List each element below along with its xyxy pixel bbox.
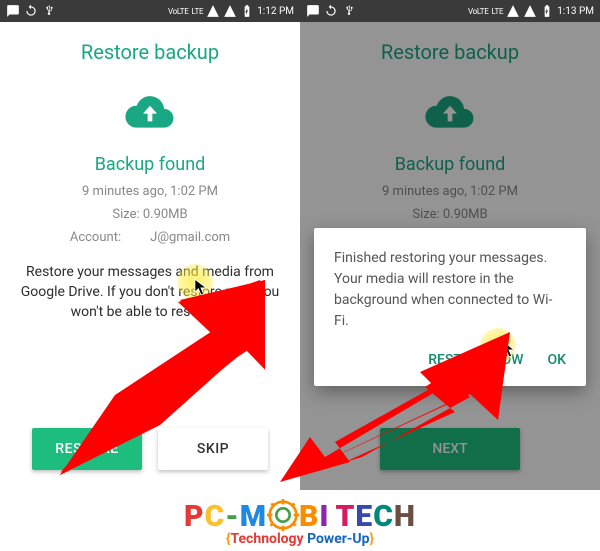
restore-description: Restore your messages and media from Goo… <box>18 262 282 323</box>
signal-icon <box>523 4 537 18</box>
status-time: 1:12 PM <box>257 6 294 17</box>
usb-icon <box>42 4 56 18</box>
gear-icon <box>267 499 299 531</box>
lte-label: LTE <box>492 7 504 16</box>
status-bar: VoLTE LTE 1:12 PM <box>0 0 300 22</box>
ok-button[interactable]: OK <box>548 346 567 374</box>
action-buttons: RESTORE SKIP <box>0 428 300 470</box>
logo-tagline: {Technology Power-Up} <box>0 532 600 547</box>
watermark-logo: PC-MBITECH {Technology Power-Up} <box>0 501 600 547</box>
backup-time: 9 minutes ago, 1:02 PM <box>14 183 286 202</box>
phone-right: VoLTE LTE 1:13 PM Restore backup Backup … <box>300 0 600 490</box>
sync-icon <box>24 4 38 18</box>
battery-icon <box>540 4 554 18</box>
status-time: 1:13 PM <box>557 6 594 17</box>
signal-icon <box>223 4 237 18</box>
chat-icon <box>6 4 20 18</box>
usb-icon <box>342 4 356 18</box>
battery-icon <box>240 4 254 18</box>
restore-complete-dialog: Finished restoring your messages. Your m… <box>314 228 586 386</box>
phone-left: VoLTE LTE 1:12 PM Restore backup Backup … <box>0 0 300 490</box>
dialog-message: Finished restoring your messages. Your m… <box>334 248 566 332</box>
lte-label: LTE <box>192 7 204 16</box>
signal-icon <box>206 4 220 18</box>
status-bar: VoLTE LTE 1:13 PM <box>300 0 600 22</box>
volte-label: VoLTE <box>468 7 489 16</box>
page-title: Restore backup <box>14 40 286 64</box>
volte-label: VoLTE <box>168 7 189 16</box>
restore-backup-screen: Restore backup Backup found 9 minutes ag… <box>0 22 300 322</box>
signal-icon <box>506 4 520 18</box>
logo-text: PC-MBITECH <box>0 501 600 534</box>
backup-found-title: Backup found <box>14 154 286 175</box>
chat-icon <box>306 4 320 18</box>
cloud-upload-icon <box>125 92 175 132</box>
sync-icon <box>324 4 338 18</box>
restore-now-button[interactable]: RESTORE NOW <box>428 346 523 374</box>
backup-size: Size: 0.90MB <box>14 206 286 225</box>
restore-button[interactable]: RESTORE <box>32 428 142 470</box>
skip-button[interactable]: SKIP <box>158 428 268 470</box>
backup-account: Account: J@gmail.com <box>14 229 286 248</box>
